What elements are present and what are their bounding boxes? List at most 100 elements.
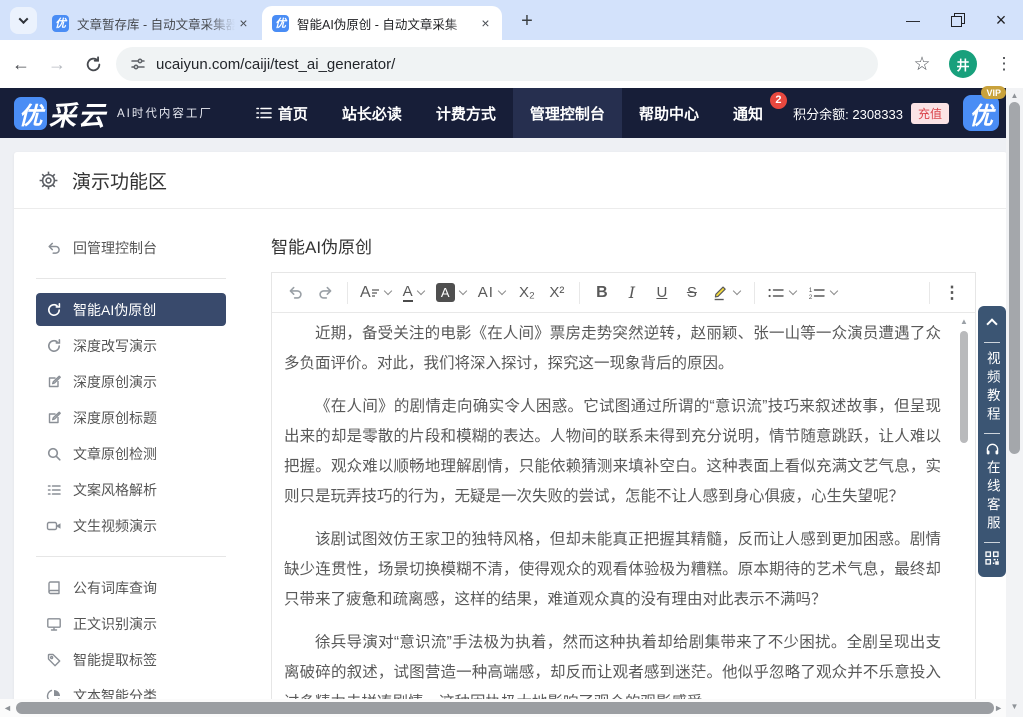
site-info-icon[interactable] — [130, 56, 146, 72]
user-avatar[interactable]: 优 VIP — [963, 95, 999, 131]
undo-button[interactable] — [283, 279, 307, 307]
close-window-button[interactable]: × — [979, 0, 1023, 40]
scroll-up-icon[interactable]: ▲ — [1006, 91, 1023, 100]
sidebar-item-deep-title[interactable]: 深度原创标题 — [36, 401, 226, 434]
scroll-down-icon[interactable]: ▼ — [1006, 702, 1023, 711]
redo-button[interactable] — [313, 279, 337, 307]
card-header: 演示功能区 — [14, 152, 1007, 209]
page-horizontal-scrollbar[interactable]: ◄ ► — [0, 699, 1006, 717]
sidebar-item-deep-rewrite[interactable]: 深度改写演示 — [36, 329, 226, 362]
divider — [984, 542, 1000, 543]
navbar-right: 积分余额: 2308333 充值 优 VIP — [793, 95, 999, 131]
site-favicon: 优 — [52, 15, 69, 32]
address-bar: ← → ucaiyun.com/caiji/test_ai_generator/… — [0, 40, 1023, 88]
paragraph: 近期，备受关注的电影《在人间》票房走势突然逆转，赵丽颖、张一山等一众演员遭遇了众… — [284, 319, 941, 379]
online-support-link[interactable]: 在线客服 — [985, 460, 999, 534]
profile-avatar[interactable]: 井 — [949, 50, 977, 78]
tab-article-storage[interactable]: 优 文章暂存库 - 自动文章采集器-优 × — [42, 6, 260, 40]
sidebar-item-label: 深度原创标题 — [73, 408, 157, 428]
site-favicon: 优 — [272, 15, 289, 32]
sidebar-item-label: 文章原创检测 — [73, 444, 157, 464]
highlight-button[interactable] — [710, 279, 744, 307]
ordered-list-button[interactable]: 12 — [806, 279, 841, 307]
list-icon — [256, 107, 272, 119]
font-size-icon: A — [360, 284, 371, 302]
menu-item-notifications[interactable]: 通知 2 — [716, 88, 789, 138]
minimize-button[interactable]: — — [891, 0, 935, 40]
sidebar-item-style-analysis[interactable]: 文案风格解析 — [36, 473, 226, 506]
vertical-scroll-thumb[interactable] — [1009, 102, 1020, 454]
strikethrough-button[interactable]: S — [680, 279, 704, 307]
svg-text:1: 1 — [809, 287, 813, 294]
paragraph: 《在人间》的剧情走向确实令人困惑。它试图通过所谓的“意识流”技巧来叙述故事，但呈… — [284, 392, 941, 512]
sidebar-item-body-recognition[interactable]: 正文识别演示 — [36, 607, 226, 640]
menu-item-help[interactable]: 帮助中心 — [622, 88, 716, 138]
scroll-right-icon[interactable]: ► — [994, 703, 1003, 713]
browser-menu-icon[interactable]: ⋮ — [991, 49, 1017, 79]
font-color-button[interactable]: A — [401, 279, 428, 307]
menu-item-billing[interactable]: 计费方式 — [419, 88, 513, 138]
menu-item-home[interactable]: 首页 — [239, 88, 325, 138]
chevron-down-icon — [498, 287, 506, 295]
bold-button[interactable]: B — [590, 279, 614, 307]
editor-text-area[interactable]: 近期，备受关注的电影《在人间》票房走势突然逆转，赵丽颖、张一山等一众演员遭遇了众… — [272, 313, 975, 718]
back-button[interactable]: ← — [6, 49, 36, 79]
scroll-left-icon[interactable]: ◄ — [3, 703, 12, 713]
recharge-button[interactable]: 充值 — [911, 103, 949, 124]
bg-color-button[interactable]: A — [434, 279, 470, 307]
tab-close-icon[interactable]: × — [235, 15, 252, 32]
monitor-icon — [46, 616, 62, 632]
horizontal-scroll-thumb[interactable] — [16, 702, 994, 714]
tab-close-icon[interactable]: × — [477, 15, 494, 32]
logo-tagline: AI时代内容工厂 — [117, 105, 213, 121]
video-tutorial-link[interactable]: 视频教程 — [985, 351, 999, 425]
sidebar-item-extract-tags[interactable]: 智能提取标签 — [36, 643, 226, 676]
sidebar-item-public-lexicon[interactable]: 公有词库查询 — [36, 571, 226, 604]
content-card: 演示功能区 回管理控制台 智能AI伪原创 深度改写 — [14, 152, 1007, 726]
sidebar-item-label: 回管理控制台 — [73, 238, 157, 258]
divider — [984, 433, 1000, 434]
scroll-up-icon[interactable]: ▲ — [958, 317, 970, 326]
sidebar-item-label: 智能AI伪原创 — [73, 300, 156, 320]
main-content: 智能AI伪原创 A A A AI X₂ X² — [257, 209, 1007, 715]
menu-label: 管理控制台 — [530, 103, 605, 124]
chevron-up-icon[interactable] — [986, 318, 997, 329]
restore-button[interactable] — [935, 0, 979, 40]
italic-button[interactable]: I — [620, 279, 644, 307]
editor-scroll-thumb[interactable] — [960, 331, 968, 443]
sidebar-item-text-to-video[interactable]: 文生视频演示 — [36, 509, 226, 542]
sidebar-item-back-to-console[interactable]: 回管理控制台 — [36, 231, 226, 264]
underline-button[interactable]: U — [650, 279, 674, 307]
sidebar-item-originality-check[interactable]: 文章原创检测 — [36, 437, 226, 470]
menu-item-console[interactable]: 管理控制台 — [513, 88, 622, 138]
menu-label: 通知 — [733, 103, 763, 124]
page-vertical-scrollbar[interactable]: ▲ ▼ — [1006, 88, 1023, 726]
qr-code-icon[interactable] — [985, 551, 999, 565]
line-height-button[interactable]: AI — [476, 279, 509, 307]
menu-label: 计费方式 — [436, 103, 496, 124]
bullet-list-button[interactable] — [765, 279, 800, 307]
editor-scrollbar[interactable]: ▲ — [958, 317, 970, 695]
subscript-button[interactable]: X₂ — [515, 279, 539, 307]
sidebar-item-label: 智能提取标签 — [73, 650, 157, 670]
logo-badge: 优 — [14, 97, 47, 130]
new-tab-button[interactable]: + — [514, 8, 540, 34]
sidebar: 回管理控制台 智能AI伪原创 深度改写演示 深度原创演示 — [14, 209, 257, 715]
tab-search-button[interactable] — [10, 7, 37, 34]
tab-ai-rewrite-active[interactable]: 优 智能AI伪原创 - 自动文章采集 × — [262, 6, 502, 40]
chevron-down-icon — [416, 287, 424, 295]
font-color-icon: A — [403, 284, 413, 302]
superscript-button[interactable]: X² — [545, 279, 569, 307]
more-options-button[interactable]: ⋮ — [940, 279, 964, 307]
window-controls: — × — [891, 0, 1023, 40]
url-field[interactable]: ucaiyun.com/caiji/test_ai_generator/ — [116, 47, 878, 81]
floating-help-panel[interactable]: 视频教程 在线客服 — [978, 306, 1006, 577]
undo-icon — [46, 240, 62, 256]
sidebar-item-deep-original[interactable]: 深度原创演示 — [36, 365, 226, 398]
sidebar-item-ai-rewrite[interactable]: 智能AI伪原创 — [36, 293, 226, 326]
font-size-button[interactable]: A — [358, 279, 395, 307]
site-logo[interactable]: 优 采云 AI时代内容工厂 — [14, 94, 213, 133]
bookmark-star-icon[interactable]: ☆ — [907, 49, 937, 79]
reload-button[interactable] — [78, 49, 108, 79]
menu-item-must-read[interactable]: 站长必读 — [325, 88, 419, 138]
